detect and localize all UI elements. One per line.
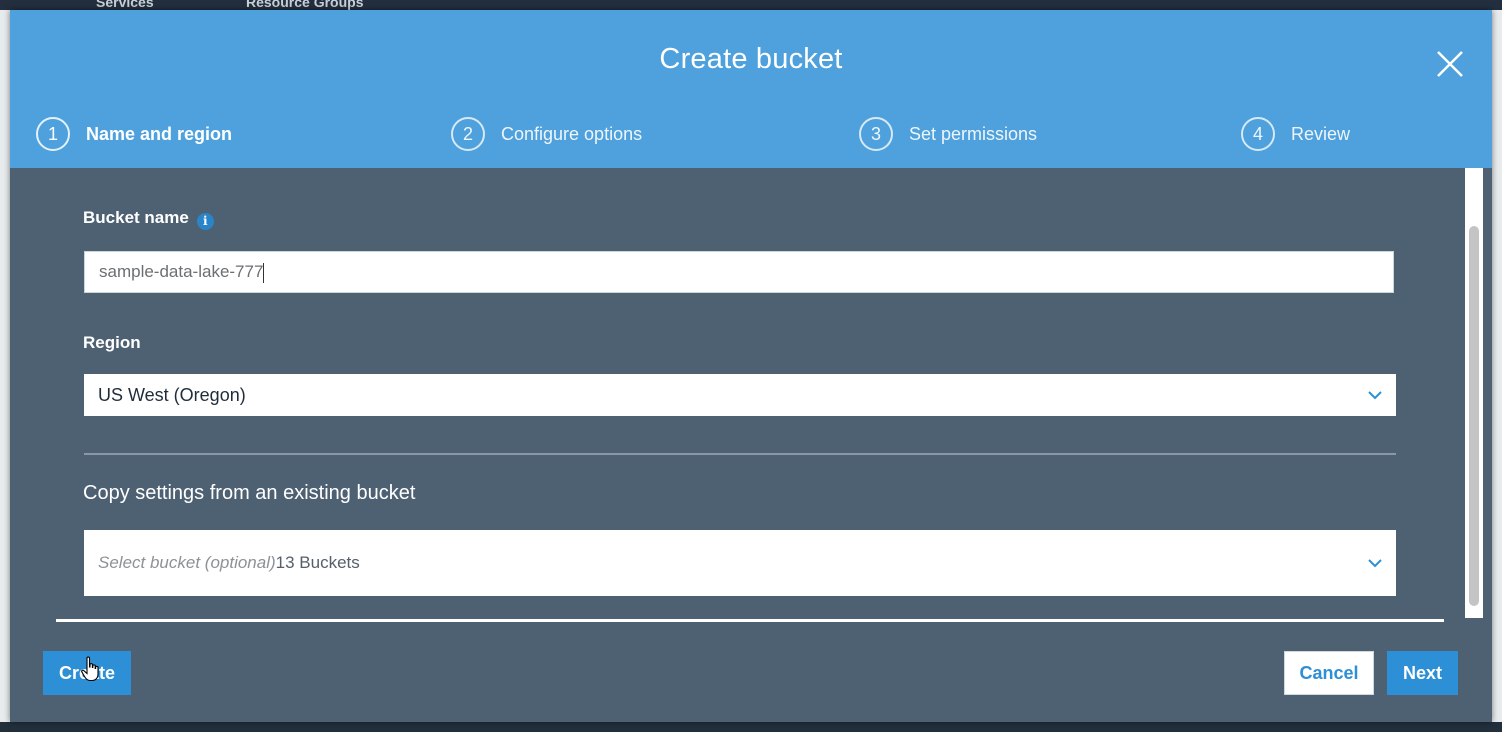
hand-cursor-icon (81, 656, 99, 682)
modal-body: Bucket name i sample-data-lake-777 Region… (10, 168, 1492, 722)
region-label: Region (83, 333, 141, 352)
wizard-steps: 1 Name and region 2 Configure options 3 … (10, 114, 1492, 154)
step-number-badge: 4 (1241, 117, 1275, 151)
bucket-name-input[interactable]: sample-data-lake-777 (84, 251, 1394, 293)
step-name-and-region[interactable]: 1 Name and region (36, 114, 232, 154)
modal-title: Create bucket (659, 43, 843, 75)
bucket-name-value: sample-data-lake-777 (99, 262, 264, 281)
bucket-name-label-text: Bucket name (83, 208, 189, 227)
bucket-name-label: Bucket name i (83, 208, 214, 230)
section-divider (84, 453, 1396, 455)
cancel-button[interactable]: Cancel (1284, 651, 1374, 695)
step-number-badge: 3 (859, 117, 893, 151)
step-number-badge: 2 (451, 117, 485, 151)
console-bottom-edge (0, 722, 1502, 732)
step-review[interactable]: 4 Review (1241, 114, 1350, 154)
step-label: Configure options (501, 123, 643, 144)
region-select[interactable]: US West (Oregon) (84, 374, 1396, 416)
modal-header: Create bucket 1 Name and region 2 Config… (10, 10, 1492, 168)
step-label: Review (1291, 123, 1351, 144)
copy-bucket-placeholder: Select bucket (optional) (98, 553, 276, 572)
nav-resource-groups[interactable]: Resource Groups (246, 0, 363, 10)
info-icon[interactable]: i (196, 213, 214, 230)
region-selected-value: US West (Oregon) (98, 385, 246, 405)
nav-services[interactable]: Services (96, 0, 154, 10)
text-caret (263, 262, 265, 283)
copy-bucket-text: Select bucket (optional)13 Buckets (98, 553, 360, 573)
create-bucket-modal: Create bucket 1 Name and region 2 Config… (10, 10, 1492, 722)
console-right-edge (1492, 10, 1502, 722)
chevron-down-icon (1368, 391, 1382, 400)
scrollbar-thumb[interactable] (1469, 226, 1479, 606)
chevron-down-icon (1368, 559, 1382, 568)
close-icon[interactable] (1434, 48, 1466, 80)
step-number-badge: 1 (36, 117, 70, 151)
step-configure-options[interactable]: 2 Configure options (451, 114, 642, 154)
console-left-edge (0, 10, 10, 732)
console-top-bar: Services Resource Groups (0, 0, 1502, 10)
step-label: Set permissions (909, 123, 1038, 144)
step-label: Name and region (86, 123, 233, 144)
copy-settings-title: Copy settings from an existing bucket (83, 482, 416, 504)
step-set-permissions[interactable]: 3 Set permissions (859, 114, 1037, 154)
next-button[interactable]: Next (1387, 651, 1458, 695)
copy-bucket-select[interactable]: Select bucket (optional)13 Buckets (84, 530, 1396, 596)
bucket-count: 13 Buckets (275, 553, 360, 572)
scrollbar[interactable] (1465, 168, 1483, 618)
footer-separator (56, 619, 1444, 622)
